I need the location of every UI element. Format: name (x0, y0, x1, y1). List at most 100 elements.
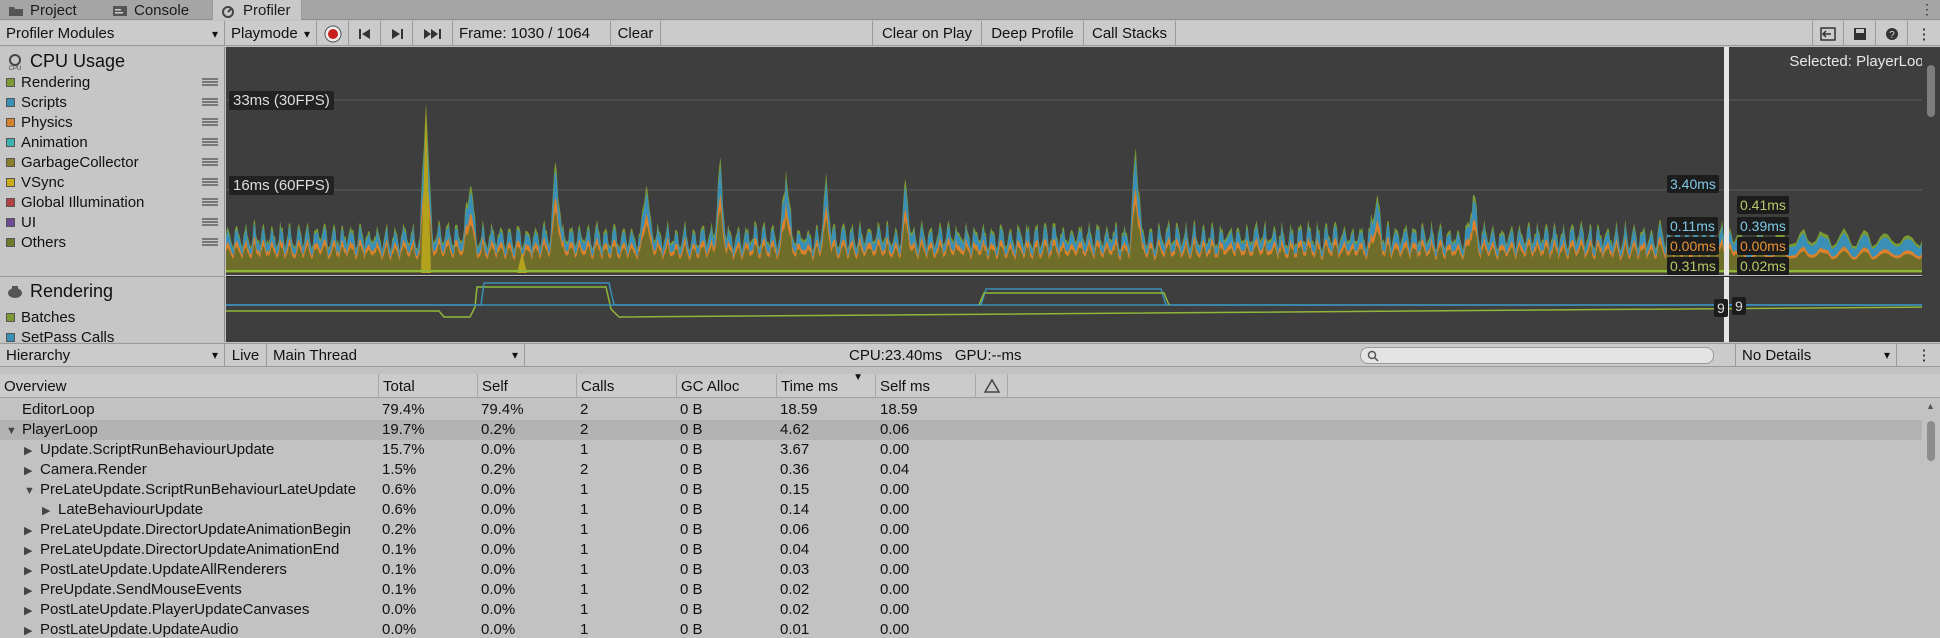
tab-console[interactable]: Console (104, 0, 197, 20)
table-row[interactable]: ▼ PlayerLoop 19.7% 0.2% 2 0 B 4.62 0.06 (0, 420, 1922, 440)
clear-button[interactable]: Clear (611, 21, 661, 46)
playmode-dropdown[interactable]: Playmode (225, 21, 317, 46)
table-row[interactable]: EditorLoop 79.4% 79.4% 2 0 B 18.59 18.59 (0, 400, 1922, 420)
table-row[interactable]: ▶ PostLateUpdate.PlayerUpdateCanvases 0.0%… (0, 600, 1922, 620)
table-row[interactable]: ▶ PostLateUpdate.UpdateAllRenderers 0.1% 0.… (0, 560, 1922, 580)
svg-text:CPU: CPU (9, 66, 22, 71)
collapsed-arrow-icon[interactable]: ▶ (24, 441, 40, 460)
render-legend-item[interactable]: SetPass Calls (6, 327, 218, 342)
table-row[interactable]: ▶ PreUpdate.SendMouseEvents 0.1% 0.0% 1 0 B 0.… (0, 580, 1922, 600)
fast-forward-icon (423, 28, 441, 39)
drag-handle-icon[interactable] (202, 178, 218, 186)
collapsed-arrow-icon[interactable]: ▶ (24, 601, 40, 620)
table-row[interactable]: ▶ PreLateUpdate.DirectorUpdateAnimationEn… (0, 540, 1922, 560)
cell-total: 79.4% (382, 401, 425, 418)
collapsed-arrow-icon[interactable]: ▶ (24, 561, 40, 580)
table-row[interactable]: ▶ PreLateUpdate.DirectorUpdateAnimationBe… (0, 520, 1922, 540)
record-button[interactable] (317, 21, 349, 46)
tab-project[interactable]: Project (0, 0, 85, 20)
cpu-usage-chart[interactable]: 33ms (30FPS) 16ms (60FPS) Selected: Play… (226, 47, 1940, 275)
column-total[interactable]: Total (379, 374, 478, 398)
table-row[interactable]: ▼ PreLateUpdate.ScriptRunBehaviourLateUpd… (0, 480, 1922, 500)
profiler-modules-dropdown[interactable]: Profiler Modules (0, 21, 225, 46)
tab-profiler[interactable]: Profiler (212, 0, 302, 20)
column-gc-alloc[interactable]: GC Alloc (677, 374, 777, 398)
clear-on-play-toggle[interactable]: Clear on Play (872, 21, 982, 46)
expanded-arrow-icon[interactable]: ▼ (6, 421, 22, 440)
cpu-legend-item[interactable]: Rendering (6, 72, 218, 92)
collapsed-arrow-icon[interactable]: ▶ (24, 461, 40, 480)
column-calls[interactable]: Calls (577, 374, 677, 398)
collapsed-arrow-icon[interactable]: ▶ (42, 501, 58, 520)
load-button[interactable] (1812, 21, 1844, 46)
column-self-ms[interactable]: Self ms (876, 374, 976, 398)
cpu-legend-item[interactable]: UI (6, 212, 218, 232)
cell-selfms: 0.00 (880, 481, 910, 498)
cell-self: 0.2% (481, 421, 516, 438)
cpu-usage-module-header[interactable]: CPU CPU Usage (6, 51, 125, 72)
save-button[interactable] (1844, 21, 1876, 46)
drag-handle-icon[interactable] (202, 118, 218, 126)
live-toggle[interactable]: Live (225, 344, 267, 366)
table-row[interactable]: ▶ Update.ScriptRunBehaviourUpdate 15.7% 0.0… (0, 440, 1922, 460)
hierarchy-table-header: Overview Total Self Calls GC Alloc Time … (0, 372, 1940, 398)
thread-dropdown[interactable]: Main Thread (267, 344, 525, 366)
column-overview[interactable]: Overview (0, 374, 379, 398)
row-name: LateBehaviourUpdate (58, 501, 204, 518)
column-warnings[interactable] (976, 374, 1008, 398)
drag-handle-icon[interactable] (202, 158, 218, 166)
table-row[interactable]: ▶ LateBehaviourUpdate 0.6% 0.0% 1 0 B 0.14 0.00 (0, 500, 1922, 520)
cpu-legend-item[interactable]: Global Illumination (6, 192, 218, 212)
view-mode-dropdown[interactable]: Hierarchy (0, 344, 225, 366)
cpu-legend-item[interactable]: GarbageCollector (6, 152, 218, 172)
collapsed-arrow-icon[interactable]: ▶ (24, 521, 40, 540)
cell-time: 0.01 (780, 621, 810, 638)
drag-handle-icon[interactable] (202, 218, 218, 226)
rendering-chart[interactable]: 9 9 (226, 276, 1940, 342)
cpu-legend-item[interactable]: Animation (6, 132, 218, 152)
cell-calls: 1 (580, 581, 589, 598)
drag-handle-icon[interactable] (202, 138, 218, 146)
search-input[interactable] (1360, 347, 1714, 364)
first-frame-button[interactable] (349, 21, 381, 46)
window-menu-icon[interactable]: ⋮ (1920, 1, 1934, 18)
scroll-up-icon[interactable]: ▲ (1926, 401, 1935, 411)
legend-label: Animation (21, 133, 88, 151)
collapsed-arrow-icon[interactable]: ▶ (24, 621, 40, 638)
table-row[interactable]: ▶ Camera.Render 1.5% 0.2% 2 0 B 0.36 0.04 (0, 460, 1922, 480)
cpu-legend-item[interactable]: VSync (6, 172, 218, 192)
cell-self: 0.2% (481, 461, 516, 478)
next-frame-button[interactable] (381, 21, 413, 46)
row-name-cell: EditorLoop (6, 400, 378, 420)
expanded-arrow-icon[interactable]: ▼ (24, 481, 40, 500)
help-button[interactable]: ? (1876, 21, 1908, 46)
column-self[interactable]: Self (478, 374, 577, 398)
last-frame-button[interactable] (413, 21, 453, 46)
table-scrollbar-thumb[interactable] (1927, 421, 1935, 461)
cpu-usage-title: CPU Usage (30, 51, 126, 71)
cpu-legend-item[interactable]: Scripts (6, 92, 218, 112)
settings-menu-button[interactable]: ⋮ (1908, 21, 1940, 46)
table-row[interactable]: ▶ PostLateUpdate.UpdateAudio 0.0% 0.0% 1 0 B0… (0, 620, 1922, 638)
rendering-module-header[interactable]: Rendering (6, 281, 113, 302)
drag-handle-icon[interactable] (202, 78, 218, 86)
column-time-ms[interactable]: Time ms ▼ (777, 372, 876, 398)
cpu-legend-item[interactable]: Physics (6, 112, 218, 132)
cell-self: 0.0% (481, 501, 516, 518)
row-name-cell: ▶ Update.ScriptRunBehaviourUpdate (24, 440, 378, 460)
deep-profile-toggle[interactable]: Deep Profile (982, 21, 1084, 46)
collapsed-arrow-icon[interactable]: ▶ (24, 581, 40, 600)
details-menu-button[interactable]: ⋮ (1908, 344, 1940, 366)
cpu-legend-item[interactable]: Others (6, 232, 218, 252)
drag-handle-icon[interactable] (202, 198, 218, 206)
render-legend-item[interactable]: Batches (6, 307, 218, 327)
table-scrollbar[interactable]: ▲ (1922, 399, 1940, 638)
call-stacks-toggle[interactable]: Call Stacks (1084, 21, 1176, 46)
setpass-calls-line (226, 282, 1940, 306)
collapsed-arrow-icon[interactable]: ▶ (24, 541, 40, 560)
drag-handle-icon[interactable] (202, 238, 218, 246)
chart-scrollbar-thumb[interactable] (1927, 65, 1935, 117)
drag-handle-icon[interactable] (202, 98, 218, 106)
details-dropdown[interactable]: No Details (1735, 344, 1897, 366)
chart-scrollbar[interactable] (1922, 47, 1940, 342)
